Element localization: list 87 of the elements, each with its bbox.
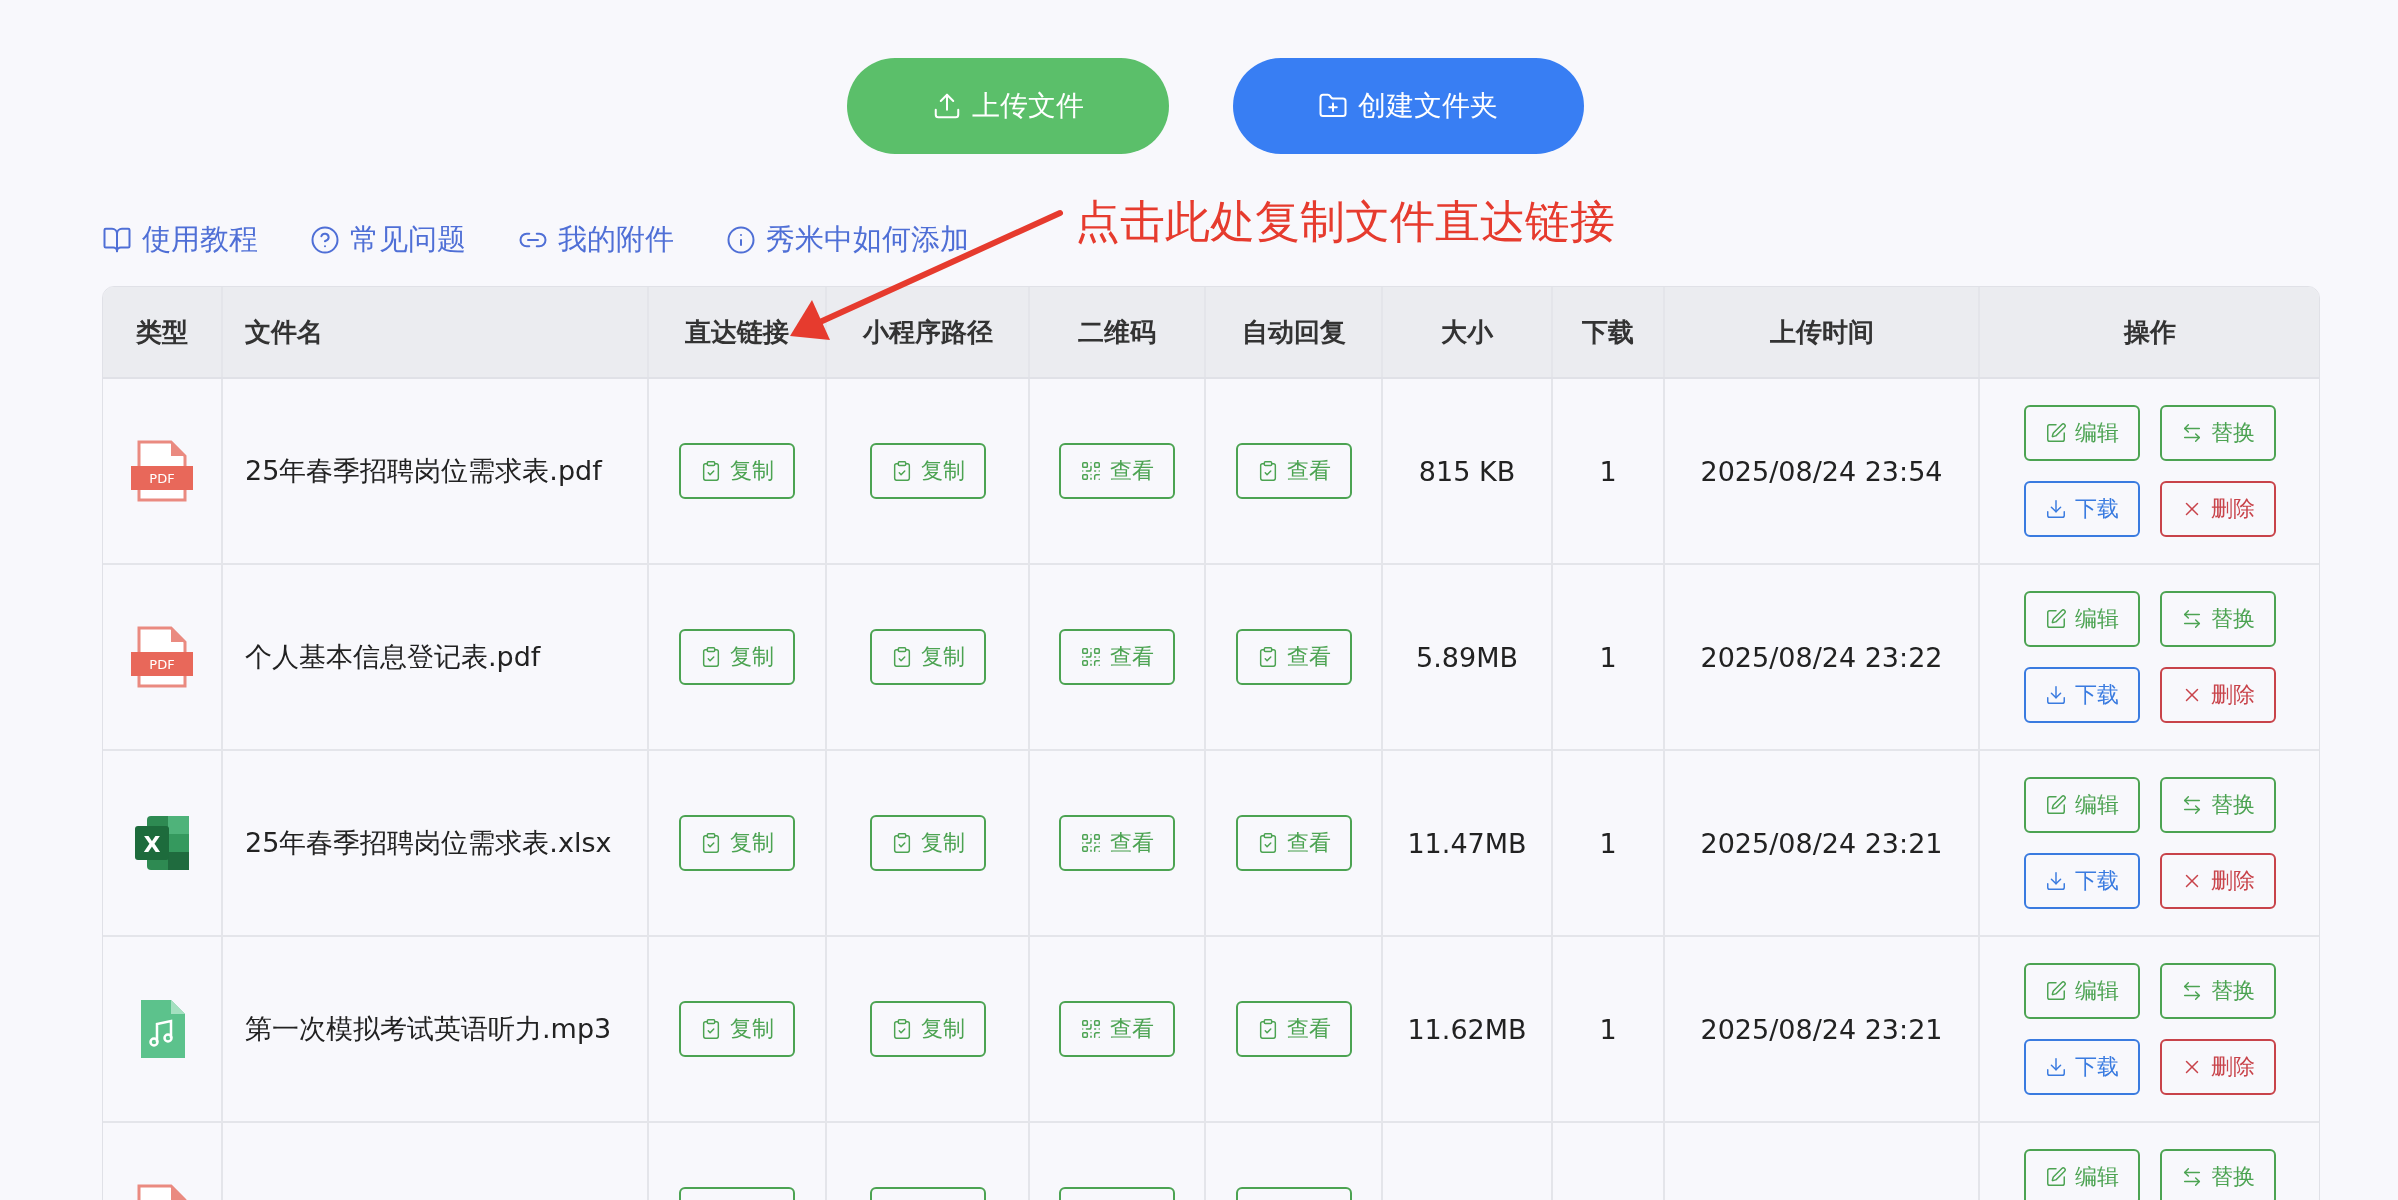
download-button[interactable]: 下载 <box>2023 853 2140 909</box>
column-header: 下载 <box>1582 315 1634 349</box>
file-size: 5.89MB <box>1416 641 1518 673</box>
file-name: 个人基本信息登记表.pdf <box>245 640 541 674</box>
upload-time: 2025/08/24 23:54 <box>1700 455 1943 487</box>
info-icon <box>726 225 756 255</box>
column-header: 大小 <box>1441 315 1493 349</box>
download-button[interactable]: 下载 <box>2023 667 2140 723</box>
upload-time: 2025/08/24 23:21 <box>1700 1013 1943 1045</box>
clipboard-icon <box>700 1018 722 1040</box>
file-name: 第一次模拟考试英语听力.mp3 <box>245 1012 612 1046</box>
file-size: 11.47MB <box>1407 827 1527 859</box>
help-link[interactable]: 秀米中如何添加 <box>726 220 969 260</box>
qr-code-icon <box>1080 832 1102 854</box>
file-size: 11.62MB <box>1407 1013 1527 1045</box>
download-icon <box>2044 498 2067 520</box>
file-name: 25年春季招聘岗位需求表.pdf <box>245 454 602 488</box>
download-icon <box>2044 684 2067 706</box>
clipboard-icon <box>700 646 722 668</box>
upload-button[interactable]: 上传文件 <box>846 58 1169 154</box>
replace-button[interactable]: 替换 <box>2159 777 2276 833</box>
clipboard-icon <box>700 832 722 854</box>
column-header: 类型 <box>136 315 188 349</box>
edit-button[interactable]: 编辑 <box>2023 777 2140 833</box>
column-header: 小程序路径 <box>862 315 993 349</box>
view-qr-button[interactable]: 查看 <box>1059 1001 1175 1057</box>
edit-icon <box>2044 608 2067 630</box>
delete-button[interactable]: 删除 <box>2159 667 2276 723</box>
qr-code-icon <box>1080 460 1102 482</box>
edit-button[interactable]: 编辑 <box>2023 1149 2140 1200</box>
copy-button[interactable]: 复制 <box>869 815 986 871</box>
help-link[interactable]: 常见问题 <box>310 220 466 260</box>
column-header: 文件名 <box>245 315 323 349</box>
help-link[interactable]: 我的附件 <box>518 220 674 260</box>
download-count: 1 <box>1599 641 1617 673</box>
upload-time: 2025/08/24 23:21 <box>1700 827 1943 859</box>
download-button[interactable]: 下载 <box>2023 1039 2140 1095</box>
edit-icon <box>2044 794 2067 816</box>
file-name: 25年春季招聘岗位需求表.xlsx <box>245 826 612 860</box>
download-count: 1 <box>1599 827 1617 859</box>
copy-button[interactable]: 复制 <box>679 1001 795 1057</box>
download-icon <box>2044 1056 2067 1078</box>
copy-button[interactable]: 复制 <box>679 443 795 499</box>
copy-button[interactable]: 查看 <box>1235 629 1352 685</box>
replace-button[interactable]: 替换 <box>2159 405 2276 461</box>
edit-icon <box>2044 980 2067 1002</box>
create-folder-button[interactable]: 创建文件夹 <box>1232 58 1584 154</box>
qr-code-icon <box>1080 1018 1102 1040</box>
edit-button[interactable]: 编辑 <box>2023 963 2140 1019</box>
file-size: 815 KB <box>1418 455 1516 487</box>
column-header: 上传时间 <box>1769 315 1874 349</box>
replace-button[interactable]: 替换 <box>2159 591 2276 647</box>
edit-button[interactable]: 编辑 <box>2023 591 2140 647</box>
column-header: 直达链接 <box>685 315 789 349</box>
view-qr-button[interactable]: 查看 <box>1059 443 1175 499</box>
delete-button[interactable]: 删除 <box>2159 853 2276 909</box>
delete-button[interactable]: 删除 <box>2159 1039 2276 1095</box>
help-icon <box>310 225 340 255</box>
copy-button[interactable]: 查看 <box>1235 443 1352 499</box>
clipboard-icon <box>700 460 722 482</box>
download-count: 1 <box>1599 1013 1617 1045</box>
view-qr-button[interactable]: 查看 <box>1059 815 1175 871</box>
delete-button[interactable]: 删除 <box>2159 481 2276 537</box>
help-link[interactable]: 使用教程 <box>102 220 258 260</box>
copy-button[interactable]: 查看 <box>1235 1001 1352 1057</box>
book-icon <box>102 225 132 255</box>
copy-button[interactable]: 复制 <box>869 443 986 499</box>
copy-button[interactable]: 复制 <box>679 629 795 685</box>
copy-button[interactable]: 复制 <box>869 1001 986 1057</box>
upload-time: 2025/08/24 23:22 <box>1700 641 1943 673</box>
replace-button[interactable]: 替换 <box>2159 1149 2276 1200</box>
copy-button[interactable]: 复制 <box>679 815 795 871</box>
annotation-text: 点击此处复制文件直达链接 <box>1075 194 1615 250</box>
replace-button[interactable]: 替换 <box>2159 963 2276 1019</box>
column-header: 操作 <box>2123 315 2176 349</box>
download-icon <box>2044 870 2067 892</box>
edit-icon <box>2044 1166 2067 1188</box>
download-button[interactable]: 下载 <box>2023 481 2140 537</box>
copy-button[interactable]: 复制 <box>869 629 986 685</box>
qr-code-icon <box>1080 646 1102 668</box>
edit-icon <box>2044 422 2067 444</box>
edit-button[interactable]: 编辑 <box>2023 405 2140 461</box>
copy-button[interactable]: 查看 <box>1235 815 1352 871</box>
column-header: 二维码 <box>1078 315 1156 349</box>
download-count: 1 <box>1599 455 1617 487</box>
column-header: 自动回复 <box>1241 315 1346 349</box>
view-qr-button[interactable]: 查看 <box>1059 629 1175 685</box>
